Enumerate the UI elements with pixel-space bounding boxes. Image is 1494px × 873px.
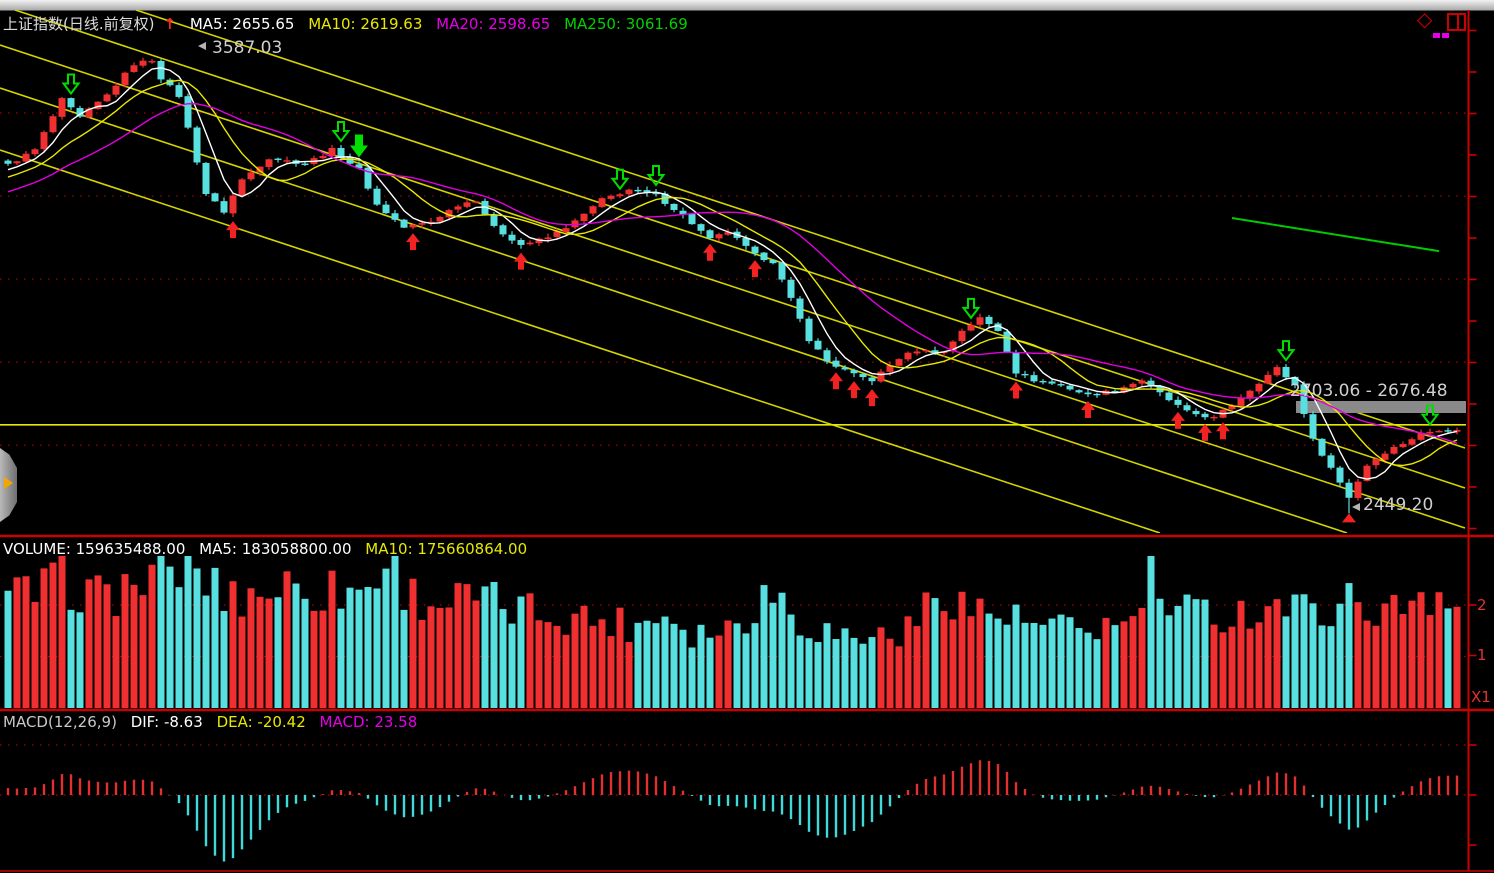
dea-value: DEA: -20.42 [217, 713, 306, 731]
sell-signal-arrows [64, 75, 1438, 425]
gap-range-label: 2703.06 - 2676.48 [1290, 381, 1448, 401]
expand-arrow-icon [4, 477, 13, 489]
ma10-value: MA10: 2619.63 [308, 15, 422, 33]
volume-gridlines [0, 605, 1466, 657]
peak-pointer-icon [198, 42, 206, 50]
dea-line [8, 743, 1457, 859]
buy-signal-arrows [226, 221, 1230, 441]
volume-bars [5, 556, 1461, 708]
volume-axis-label-200m: 2 [1477, 596, 1487, 614]
macd-formula: MACD(12,26,9) [3, 713, 117, 731]
ma250-value: MA250: 3061.69 [564, 15, 688, 33]
dif-value: DIF: -8.63 [131, 713, 203, 731]
macd-histogram [8, 760, 1457, 861]
magenta-indicator-mark [1442, 33, 1449, 38]
volume-axis-label-100m: 1 [1477, 646, 1487, 664]
ma20-value: MA20: 2598.65 [436, 15, 550, 33]
low-price-label: 2449.20 [1363, 495, 1433, 515]
low-marker [1342, 513, 1356, 522]
volume-multiplier-label: X1 [1471, 688, 1491, 706]
split-window-icon[interactable] [1447, 13, 1466, 31]
volume-ma10-value: MA10: 175660864.00 [365, 540, 527, 558]
volume-pane-header: VOLUME: 159635488.00 MA5: 183058800.00 M… [3, 540, 536, 558]
macd-gridlines [0, 745, 1466, 795]
low-pointer-icon [1352, 503, 1360, 511]
main-chart-header: 上证指数(日线.前复权) ↑ MA5: 2655.65 MA10: 2619.63… [3, 13, 697, 34]
ma10-line [8, 80, 1457, 465]
price-axis [0, 10, 1494, 871]
volume-ma5-value: MA5: 183058800.00 [199, 540, 351, 558]
ma250-line [1232, 218, 1439, 251]
diamond-tool-icon[interactable]: ◇ [1417, 9, 1432, 29]
trend-channel-lines [0, 10, 1465, 533]
magenta-indicator-mark [1433, 33, 1440, 38]
macd-value: MACD: 23.58 [320, 713, 418, 731]
dif-line [8, 737, 1457, 869]
stock-chart-window: 上证指数(日线.前复权) ↑ MA5: 2655.65 MA10: 2619.63… [0, 0, 1494, 873]
macd-pane-header: MACD(12,26,9) DIF: -8.63 DEA: -20.42 MAC… [3, 713, 426, 731]
volume-value: VOLUME: 159635488.00 [3, 540, 185, 558]
instrument-title: 上证指数(日线.前复权) [3, 15, 154, 33]
peak-price-label: 3587.03 [212, 38, 282, 58]
chart-canvas[interactable] [0, 0, 1494, 873]
price-gridlines [0, 113, 1466, 445]
ma5-value: MA5: 2655.65 [190, 15, 295, 33]
up-arrow-icon: ↑ [163, 15, 176, 33]
gap-highlight-bar [1296, 401, 1466, 413]
